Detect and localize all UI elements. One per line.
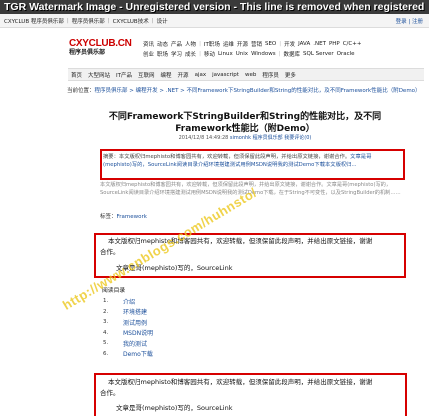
nav-row-2: 创业 职场 学习 成长 | 移动 Linux Unix Windows | 数据…: [143, 49, 426, 59]
category-link[interactable]: 编程: [161, 71, 172, 79]
nav-item[interactable]: 运维: [223, 40, 234, 48]
category-link[interactable]: ajax: [195, 72, 207, 78]
breadcrumb: 当前位置：程序员俱乐部 > 编程开发 > .NET > 不同Framework下…: [67, 88, 427, 95]
category-link[interactable]: 大型网站: [88, 71, 110, 79]
copyright-notice-line: 本文版权归mephisto和博客园共有，欢迎转载，但须保留此段声明，并给出原文链…: [108, 378, 373, 386]
nav-item[interactable]: 人物: [185, 40, 196, 48]
nav-item[interactable]: IT职场: [204, 40, 220, 48]
nav-item[interactable]: C/C++: [343, 41, 362, 47]
nav-item[interactable]: Unix: [236, 51, 248, 57]
toc-number: 1.: [103, 298, 109, 305]
toc-number: 5.: [103, 340, 109, 347]
topbar-link-home[interactable]: CXYCLUB 程序员俱乐部: [4, 17, 64, 25]
toc-item[interactable]: 6. Demo下载: [103, 349, 153, 360]
nav-item[interactable]: 学习: [171, 50, 182, 58]
meta-comments[interactable]: 我要评论(0): [284, 135, 311, 141]
toc-link[interactable]: MSDN说明: [123, 328, 153, 337]
meta-author[interactable]: simonhk: [230, 135, 251, 141]
main-nav: 资讯 动态 产品 人物 | IT职场 运维 开源 营销 SEO | 开发 JAV…: [143, 39, 426, 59]
nav-item[interactable]: JAVA: [298, 41, 310, 47]
nav-divider: |: [278, 51, 281, 57]
nav-item[interactable]: 动态: [157, 40, 168, 48]
nav-item[interactable]: 开发: [284, 40, 295, 48]
nav-item[interactable]: 资讯: [143, 40, 154, 48]
category-link[interactable]: IT产品: [116, 71, 132, 79]
toc-number: 6.: [103, 350, 109, 357]
toc-number: 2.: [103, 308, 109, 315]
nav-divider: |: [199, 41, 201, 47]
toc-item[interactable]: 5. 我的测试: [103, 338, 153, 349]
category-link[interactable]: 更多: [285, 71, 296, 79]
toc-link[interactable]: Demo下载: [123, 349, 153, 358]
nav-item[interactable]: PHP: [329, 41, 340, 47]
nav-item[interactable]: SQL Server: [303, 51, 334, 57]
topbar-divider: |: [151, 17, 154, 24]
toc-item[interactable]: 1. 介绍: [103, 296, 153, 307]
nav-item[interactable]: 职场: [157, 50, 168, 58]
toc-link[interactable]: 介绍: [123, 297, 135, 306]
table-of-contents: 1. 介绍 2. 环境搭建 3. 测试用例 4. MSDN说明 5. 我的测试 6. Dem…: [103, 296, 153, 359]
nav-item[interactable]: 营销: [251, 40, 262, 48]
category-link[interactable]: 互联网: [138, 71, 155, 79]
meta-date: 2014/12/8 14:49:28: [178, 135, 229, 141]
toc-number: 4.: [103, 329, 109, 336]
toc-item[interactable]: 3. 测试用例: [103, 317, 153, 328]
site-topbar: CXYCLUB 程序员俱乐部 | 程序员俱乐部 | CXYCLUB技术 | 设计…: [0, 14, 429, 28]
category-link[interactable]: web: [245, 72, 256, 78]
page-title: 不同Framework下StringBuilder和String的性能对比，及不…: [108, 112, 382, 134]
nav-item[interactable]: Oracle: [337, 51, 355, 57]
tag-line: 标签：Framework: [100, 212, 147, 220]
breadcrumb-path[interactable]: 程序员俱乐部 > 编程开发 > .NET > 不同Framework下Strin…: [95, 88, 421, 94]
nav-item[interactable]: .NET: [313, 41, 326, 47]
category-link[interactable]: javascript: [212, 72, 239, 78]
toc-item[interactable]: 4. MSDN说明: [103, 328, 153, 339]
topbar-link-club[interactable]: 程序员俱乐部: [72, 17, 105, 25]
tag-framework[interactable]: Framework: [117, 214, 147, 220]
toc-link[interactable]: 环境搭建: [123, 307, 147, 316]
summary-lead: 摘要：本文版权归mephisto和博客园共有，欢迎转载，但须保留此段声明，并给出…: [103, 154, 351, 160]
nav-row-1: 资讯 动态 产品 人物 | IT职场 运维 开源 营销 SEO | 开发 JAV…: [143, 39, 426, 49]
nav-item[interactable]: SEO: [265, 41, 276, 47]
category-link[interactable]: 程序员: [262, 71, 279, 79]
article-meta: 2014/12/8 14:49:28 simonhk 程序员俱乐部 我要评论(0…: [130, 134, 360, 141]
nav-item[interactable]: 成长: [185, 50, 196, 58]
nav-item[interactable]: Linux: [218, 51, 233, 57]
nav-item[interactable]: 创业: [143, 50, 154, 58]
copyright-notice-line: 文章是哥(mephisto)写的，SourceLink: [116, 404, 233, 412]
toc-item[interactable]: 2. 环境搭建: [103, 307, 153, 318]
topbar-divider: |: [107, 17, 110, 24]
category-bar: 首页 大型网站 IT产品 互联网 编程 开源 ajax javascript w…: [68, 68, 424, 81]
article-summary: 摘要：本文版权归mephisto和博客园共有，欢迎转载，但须保留此段声明，并给出…: [103, 153, 398, 169]
topbar-divider: |: [66, 17, 69, 24]
meta-source[interactable]: 程序员俱乐部: [253, 135, 283, 141]
nav-item[interactable]: 产品: [171, 40, 182, 48]
category-link[interactable]: 开源: [178, 71, 189, 79]
copyright-notice-line: 合作。: [100, 389, 120, 397]
logo-wordmark: CXYCLUB.CN: [69, 38, 132, 49]
category-link[interactable]: 首页: [71, 71, 82, 79]
nav-item[interactable]: 移动: [204, 50, 215, 58]
site-logo[interactable]: CXYCLUB.CN 程序员俱乐部: [69, 38, 139, 57]
toc-number: 3.: [103, 319, 109, 326]
nav-item[interactable]: Windows: [251, 51, 276, 57]
logo-tagline: 程序员俱乐部: [69, 49, 106, 56]
login-register-link[interactable]: 登录 | 注册: [396, 17, 423, 25]
nav-item[interactable]: 数据库: [283, 50, 300, 58]
topbar-link-design[interactable]: 设计: [157, 17, 168, 25]
nav-divider: |: [199, 51, 201, 57]
toc-link[interactable]: 我的测试: [123, 339, 147, 348]
watermark-banner: TGR Watermark Image - Unregistered versi…: [0, 0, 429, 14]
nav-item[interactable]: 开源: [237, 40, 248, 48]
toc-link[interactable]: 测试用例: [123, 318, 147, 327]
topbar-link-tech[interactable]: CXYCLUB技术: [113, 17, 149, 25]
breadcrumb-label: 当前位置：: [67, 88, 95, 94]
copyright-notice-line: 合作。: [100, 248, 120, 256]
nav-divider: |: [279, 41, 282, 47]
tag-label: 标签：: [100, 214, 117, 220]
